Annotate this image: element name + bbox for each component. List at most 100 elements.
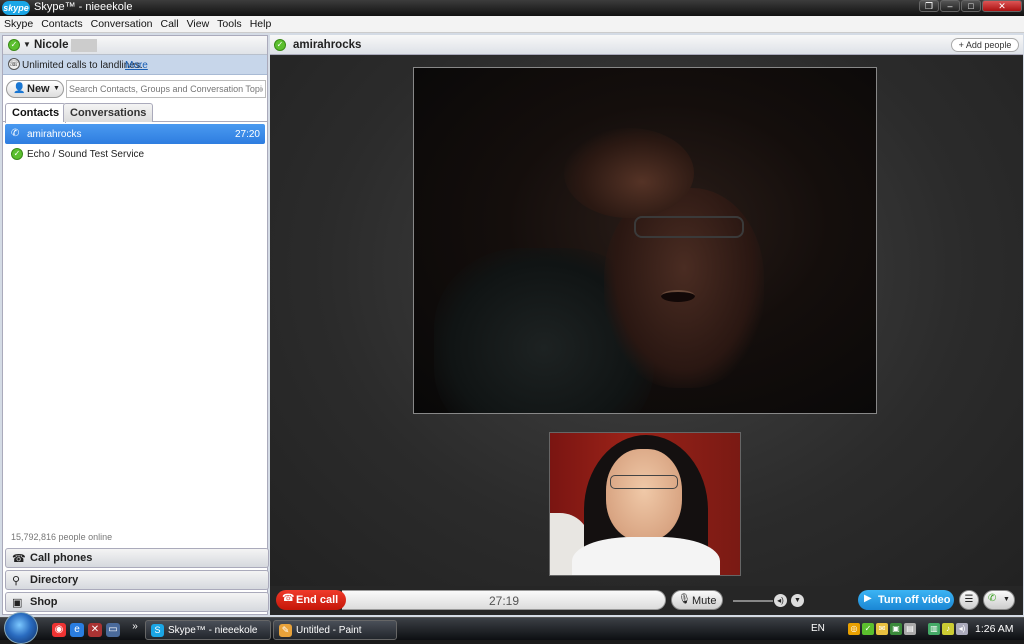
- video-stage: [270, 56, 1023, 586]
- menu-bar: Skype Contacts Conversation Call View To…: [0, 16, 1024, 33]
- mute-button[interactable]: 🎙 Mute: [671, 590, 723, 610]
- title-bar: skype Skype™ - nieeekole ❐ – □ ✕: [0, 0, 1024, 16]
- desktop-icon[interactable]: ▭: [106, 623, 120, 637]
- contact-name: Echo / Sound Test Service: [27, 149, 145, 160]
- add-contact-icon: 👤: [13, 83, 26, 94]
- clock[interactable]: 1:26 AM: [975, 623, 1014, 635]
- promo-more-link[interactable]: More: [125, 60, 148, 71]
- taskbar-item-label: Skype™ - nieeekole: [168, 625, 258, 636]
- shopping-bag-icon: ▣: [12, 597, 23, 609]
- add-people-button[interactable]: + Add people: [951, 38, 1019, 52]
- skype-tray-icon[interactable]: ✓: [862, 623, 874, 635]
- chevron-down-icon[interactable]: ▼: [23, 40, 31, 49]
- chat-bubble-icon[interactable]: ☰: [959, 590, 979, 610]
- taskbar-item-paint[interactable]: ✎ Untitled - Paint: [273, 620, 397, 640]
- phone-promo-icon: ☏: [8, 58, 20, 70]
- window-title: Skype™ - nieeekole: [34, 1, 133, 13]
- conversation-contact-name[interactable]: amirahrocks: [293, 39, 361, 51]
- chevron-down-icon: ▼: [1003, 596, 1010, 603]
- directory-label: Directory: [30, 574, 79, 586]
- menu-view[interactable]: View: [183, 16, 214, 32]
- new-button-label: New: [27, 83, 50, 95]
- self-video-shirt: [572, 537, 720, 575]
- skype-icon: S: [151, 624, 164, 637]
- tab-contacts[interactable]: Contacts: [5, 103, 67, 123]
- tray-app-icon[interactable]: ▤: [904, 623, 916, 635]
- chevron-down-icon[interactable]: ▼: [791, 594, 804, 607]
- new-button[interactable]: 👤 New ▼: [6, 80, 64, 98]
- mail-icon[interactable]: ✉: [876, 623, 888, 635]
- remote-video-hand: [564, 128, 694, 218]
- phone-icon: ✆: [988, 593, 997, 604]
- menu-call[interactable]: Call: [157, 16, 183, 32]
- shop-label: Shop: [30, 596, 58, 608]
- microphone-icon: 🎙: [678, 594, 691, 605]
- mute-label: Mute: [692, 595, 717, 607]
- search-input[interactable]: [66, 80, 266, 98]
- directory-button[interactable]: ⚲ Directory: [5, 570, 269, 590]
- promo-banner: ☏ Unlimited calls to landlines. More: [3, 55, 267, 75]
- volume-icon[interactable]: ◂): [956, 623, 968, 635]
- contact-name: amirahrocks: [27, 129, 82, 140]
- contact-item-echo[interactable]: ✓ Echo / Sound Test Service: [5, 144, 265, 164]
- end-call-button[interactable]: ☎ End call: [276, 590, 346, 610]
- quick-launch-overflow[interactable]: »: [128, 620, 142, 634]
- menu-tools[interactable]: Tools: [213, 16, 246, 32]
- remote-video-glasses: [634, 216, 744, 238]
- maximize-icon[interactable]: □: [961, 0, 981, 12]
- profile-name[interactable]: Nicole: [34, 39, 69, 51]
- hang-up-icon: ☎: [282, 593, 295, 604]
- taskbar-item-label: Untitled - Paint: [296, 625, 362, 636]
- video-camera-icon: ▶: [864, 593, 872, 604]
- tab-conversations[interactable]: Conversations: [63, 103, 154, 122]
- start-orb-icon[interactable]: [4, 612, 38, 644]
- taskbar: ◉ e ✕ ▭ » S Skype™ - nieeekole ✎ Untitle…: [0, 612, 1024, 644]
- menu-conversation[interactable]: Conversation: [87, 16, 157, 32]
- skype-window: skype Skype™ - nieeekole ❐ – □ ✕ Skype C…: [0, 0, 1024, 617]
- turn-off-video-button[interactable]: ▶ Turn off video: [858, 590, 954, 610]
- contact-tabs: Contacts Conversations: [3, 102, 267, 123]
- tray-app-icon[interactable]: ♪: [942, 623, 954, 635]
- restore-icon[interactable]: ❐: [919, 0, 939, 12]
- turn-off-video-label: Turn off video: [878, 594, 951, 606]
- self-video-glasses: [610, 475, 678, 489]
- network-icon[interactable]: ▥: [928, 623, 940, 635]
- browser-icon[interactable]: e: [70, 623, 84, 637]
- tool-icon[interactable]: ✕: [88, 623, 102, 637]
- tray-app-icon[interactable]: ◎: [848, 623, 860, 635]
- mood-message-field[interactable]: [71, 39, 97, 52]
- taskbar-item-skype[interactable]: S Skype™ - nieeekole: [145, 620, 271, 640]
- phone-handset-icon: ☎: [12, 553, 26, 565]
- speaker-icon[interactable]: ◂): [774, 594, 787, 607]
- left-panel: ✓ ▼ Nicole ☏ Unlimited calls to landline…: [2, 35, 269, 615]
- call-control-bar: 27:19 ☎ End call 🎙 Mute ◂) ▼ ▶ Turn off …: [270, 586, 1023, 615]
- call-phones-label: Call phones: [30, 552, 93, 564]
- skype-logo-icon: skype: [2, 1, 30, 15]
- remote-video-mouth: [661, 290, 695, 302]
- volume-slider[interactable]: [733, 600, 773, 602]
- self-video-preview[interactable]: [549, 432, 741, 576]
- online-count: 15,792,816 people online: [11, 532, 113, 542]
- phone-icon: ✆: [11, 128, 20, 139]
- call-options-button[interactable]: ✆ ▼: [983, 590, 1015, 610]
- profile-bar[interactable]: ✓ ▼ Nicole: [3, 36, 267, 55]
- minimize-icon[interactable]: –: [940, 0, 960, 12]
- menu-contacts[interactable]: Contacts: [37, 16, 86, 32]
- online-check-icon[interactable]: ✓: [8, 39, 20, 51]
- conversation-panel: ✓ amirahrocks + Add people 27:19 ☎ End c…: [270, 35, 1023, 615]
- tray-app-icon[interactable]: ▣: [890, 623, 902, 635]
- call-phones-button[interactable]: ☎ Call phones: [5, 548, 269, 568]
- window-controls: ❐ – □ ✕: [919, 0, 1022, 14]
- online-check-icon: ✓: [11, 148, 23, 160]
- call-timer: 27:19: [488, 594, 520, 608]
- menu-skype[interactable]: Skype: [0, 16, 37, 32]
- close-icon[interactable]: ✕: [982, 0, 1022, 12]
- language-indicator[interactable]: EN: [811, 623, 825, 634]
- remote-video[interactable]: [413, 67, 877, 414]
- chrome-icon[interactable]: ◉: [52, 623, 66, 637]
- self-video-face: [606, 449, 682, 541]
- shop-button[interactable]: ▣ Shop: [5, 592, 269, 612]
- contact-item-amirahrocks[interactable]: ✆ amirahrocks 27:20: [5, 124, 265, 144]
- call-timer-bar: 27:19: [342, 590, 666, 610]
- menu-help[interactable]: Help: [246, 16, 276, 32]
